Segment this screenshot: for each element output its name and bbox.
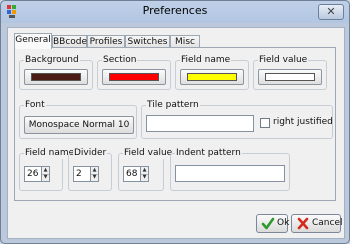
field-value-color-label: Field value	[258, 55, 309, 66]
divider-arrows[interactable]: ▲ ▼	[91, 166, 99, 182]
field-value-width-label: Field value	[123, 148, 174, 159]
preferences-window: Preferences ✕ General BBcode Profiles Sw…	[0, 0, 350, 244]
field-name-width-value[interactable]: 26	[24, 166, 42, 182]
section-color-swatch	[109, 73, 159, 81]
field-value-width-spinner[interactable]: 68 ▲ ▼	[123, 166, 149, 182]
field-name-color-button[interactable]	[180, 69, 244, 85]
field-name-color-group: Field name	[175, 55, 249, 90]
spin-down-icon[interactable]: ▼	[141, 174, 148, 181]
cancel-button[interactable]: Cancel	[291, 214, 343, 233]
font-group: Font Monospace Normal 10	[19, 100, 137, 139]
field-name-color-swatch	[187, 73, 237, 81]
dialog-body: General BBcode Profiles Switches Misc Ba…	[7, 27, 345, 239]
ok-button[interactable]: Ok	[256, 214, 290, 233]
check-icon	[261, 217, 275, 230]
field-value-width-group: Field value 68 ▲ ▼	[118, 148, 174, 191]
tile-pattern-label: Tile pattern	[146, 100, 200, 111]
field-value-width-value[interactable]: 68	[123, 166, 141, 182]
spin-down-icon[interactable]: ▼	[42, 174, 49, 181]
cross-icon	[297, 217, 309, 230]
general-panel: Background Section Field name Field valu…	[14, 47, 336, 201]
field-value-width-arrows[interactable]: ▲ ▼	[141, 166, 149, 182]
divider-label: Divider	[73, 148, 108, 159]
right-justified-checkbox[interactable]	[260, 118, 270, 128]
divider-spinner[interactable]: 2 ▲ ▼	[73, 166, 99, 182]
right-justified-label: right justified	[273, 117, 333, 127]
background-group: Background	[19, 55, 93, 90]
title-bar[interactable]: Preferences ✕	[1, 1, 349, 23]
field-name-color-label: Field name	[180, 55, 232, 66]
background-color-button[interactable]	[24, 69, 88, 85]
background-color-swatch	[31, 73, 81, 81]
field-value-color-group: Field value	[253, 55, 327, 90]
cancel-label: Cancel	[312, 218, 343, 228]
background-label: Background	[24, 55, 80, 66]
font-button[interactable]: Monospace Normal 10	[24, 116, 134, 134]
field-name-width-group: Field name 26 ▲ ▼	[19, 148, 76, 191]
indent-pattern-group: Indent pattern	[170, 148, 290, 191]
close-button[interactable]: ✕	[318, 4, 344, 20]
window-title: Preferences	[142, 4, 208, 17]
indent-pattern-input[interactable]	[175, 165, 285, 182]
tile-pattern-group: Tile pattern right justified	[141, 100, 333, 139]
section-label: Section	[102, 55, 138, 66]
spin-down-icon[interactable]: ▼	[91, 174, 98, 181]
tile-pattern-input[interactable]	[146, 115, 254, 132]
divider-value[interactable]: 2	[73, 166, 91, 182]
section-group: Section	[97, 55, 171, 90]
field-name-width-spinner[interactable]: 26 ▲ ▼	[24, 166, 50, 182]
tab-general[interactable]: General	[14, 33, 52, 49]
section-color-button[interactable]	[102, 69, 166, 85]
field-value-color-button[interactable]	[258, 69, 322, 85]
font-label: Font	[24, 100, 46, 111]
ok-label: Ok	[277, 218, 290, 228]
indent-pattern-label: Indent pattern	[175, 148, 242, 159]
divider-group: Divider 2 ▲ ▼	[68, 148, 112, 191]
field-name-width-arrows[interactable]: ▲ ▼	[42, 166, 50, 182]
field-value-color-swatch	[265, 73, 315, 81]
